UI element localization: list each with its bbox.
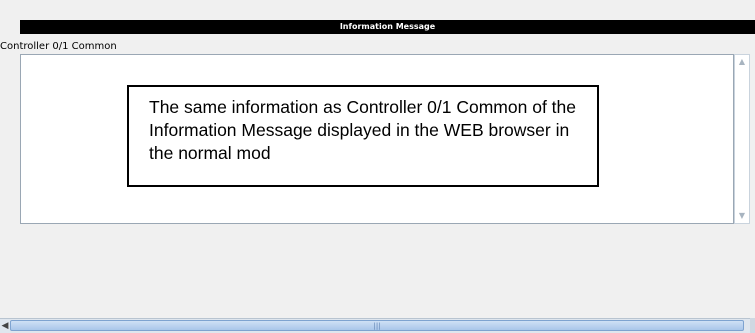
horizontal-scrollbar[interactable]: ◀ ||| <box>0 318 750 333</box>
annotation-callout: The same information as Controller 0/1 C… <box>127 85 599 187</box>
chevron-down-icon[interactable]: ▼ <box>735 209 749 223</box>
page: Information Message Controller 0/1 Commo… <box>0 0 755 333</box>
title-bar: Information Message <box>20 20 755 34</box>
scrollbar-corner <box>750 318 755 333</box>
chevron-up-icon[interactable]: ▲ <box>735 55 749 69</box>
chevron-left-icon[interactable]: ◀ <box>0 319 10 333</box>
window-title: Information Message <box>339 22 436 31</box>
scroll-thumb[interactable]: ||| <box>10 320 744 331</box>
section-label: Controller 0/1 Common <box>0 41 117 52</box>
vertical-scrollbar[interactable]: ▲ ▼ <box>734 54 750 224</box>
grip-icon: ||| <box>373 322 381 330</box>
